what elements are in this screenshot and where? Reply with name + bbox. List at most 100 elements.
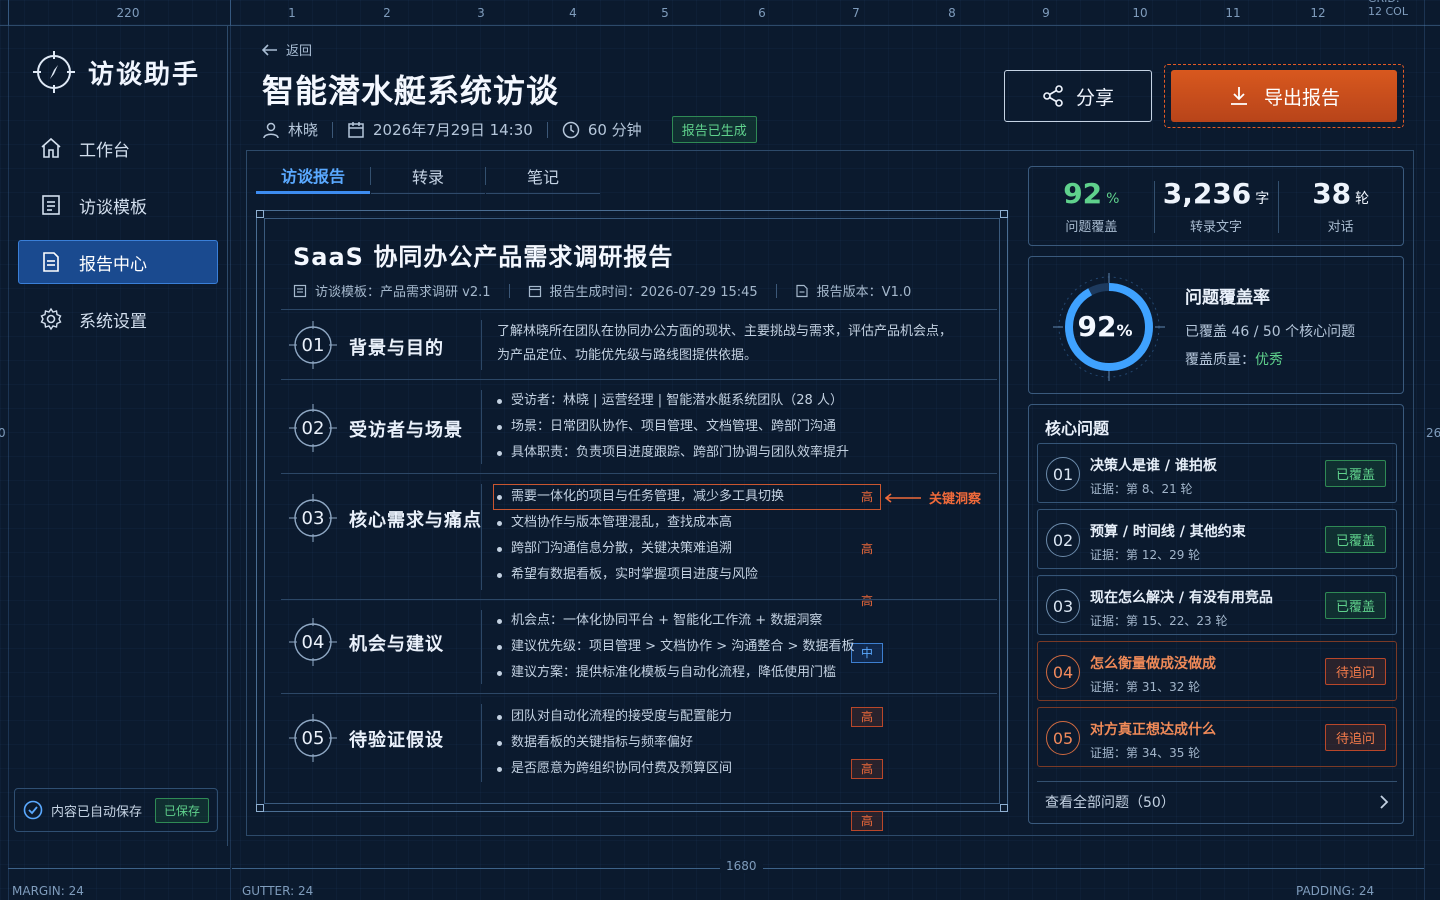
stat-turns: 38 轮 对话 [1278,167,1403,245]
report-section-background: 01 背景与目的 了解林晓所在团队在协同办公方面的现状、主要挑战与需求，评估产品… [281,309,997,379]
tab-notes[interactable]: 笔记 [486,158,600,194]
key-insight-callout: 关键洞察 [885,488,981,507]
sidebar-item-settings[interactable]: 系统设置 [18,297,218,341]
list-item: 建议方案：提供标准化模板与自动化流程，降低使用门槛 [497,660,854,686]
report-icon [43,252,59,272]
coverage-card: 92% 问题覆盖率 已覆盖 46 / 50 个核心问题 覆盖质量：优秀 [1028,256,1404,394]
autosave-text: 内容已自动保存 [51,804,143,820]
coverage-title: 问题覆盖率 [1185,288,1270,308]
export-button-frame: 导出报告 [1164,64,1404,128]
user-icon [263,122,279,138]
ruler-col: 7 [852,6,860,20]
core-question-item[interactable]: 01 决策人是谁 / 谁拍板 证据：第 8、21 轮 已覆盖 [1037,443,1397,503]
section-bullets: 机会点：一体化协同平台 + 智能化工作流 + 数据洞察 建议优先级：项目管理 >… [497,608,854,686]
report-section-opportunities: 04 机会与建议 机会点：一体化协同平台 + 智能化工作流 + 数据洞察 建议优… [281,599,997,693]
report-generated-time: 报告生成时间：2026-07-29 15:45 [549,285,758,300]
ruler-col: 9 [1042,6,1050,20]
back-link[interactable]: 返回 [262,40,312,59]
list-item: 需要一体化的项目与任务管理，减少多工具切换高 [497,484,873,510]
ruler-side-left: 0 [0,426,6,440]
ruler-col: 11 [1225,6,1241,20]
page-title: 智能潜水艇系统访谈 [262,72,560,110]
coverage-count: 已覆盖 46 / 50 个核心问题 [1185,324,1356,340]
ruler-col: 10 [1132,6,1148,20]
list-item: 是否愿意为跨组织协同付费及预算区间高 [497,756,883,831]
sidebar-item-reports[interactable]: 报告中心 [18,240,218,284]
priority-high-badge: 高 [851,811,883,831]
svg-text:04: 04 [302,632,325,653]
report-section-needs: 03 核心需求与痛点 需要一体化的项目与任务管理，减少多工具切换高 文档协作与版… [281,473,997,663]
list-item: 团队对自动化流程的接受度与配置能力高 [497,704,883,730]
ruler-col: 5 [661,6,669,20]
margin-label: MARGIN: 24 [12,884,84,898]
report-section-hypotheses: 05 待验证假设 团队对自动化流程的接受度与配置能力高 数据看板的关键指标与频率… [281,693,997,831]
report-version: 报告版本：V1.0 [816,285,912,300]
chevron-right-icon [1380,794,1389,809]
download-icon [1230,87,1247,105]
section-number-ring: 01 [289,321,337,369]
ruler-col: 6 [758,6,766,20]
core-questions-panel: 核心问题 01 决策人是谁 / 谁拍板 证据：第 8、21 轮 已覆盖 02 预… [1028,404,1404,824]
list-item: 受访者：林晓 | 运营经理 | 智能潜水艇系统团队（28 人） [497,388,849,414]
section-number-ring: 02 [289,404,337,452]
sidebar-item-workbench[interactable]: 工作台 [18,126,218,170]
status-badge: 报告已生成 [671,116,757,143]
crosshair-compass-icon [33,51,75,93]
interview-datetime: 2026年7月29日 14:30 [373,121,533,139]
report-template: 访谈模板：产品需求调研 v2.1 [315,285,491,300]
key-insight-label: 关键洞察 [929,492,982,507]
gutter-label: GUTTER: 24 [242,884,314,898]
priority-high-badge: 高 [851,759,883,779]
view-all-questions-link[interactable]: 查看全部问题（50） [1037,781,1397,821]
core-question-item[interactable]: 04 怎么衡量做成没做成 证据：第 31、32 轮 待追问 [1037,641,1397,701]
core-questions-title: 核心问题 [1045,419,1110,438]
list-item: 机会点：一体化协同平台 + 智能化工作流 + 数据洞察 [497,608,854,634]
svg-text:02: 02 [302,418,325,439]
report-meta: 访谈模板：产品需求调研 v2.1 报告生成时间：2026-07-29 15:45… [293,281,911,300]
stat-coverage: 92% 问题覆盖 [1063,177,1120,235]
app-name: 访谈助手 [88,59,201,90]
section-number-ring: 05 [289,714,337,762]
ruler-col: 12 [1310,6,1326,20]
list-item: 场景：日常团队协作、项目管理、文档管理、跨部门沟通 [497,414,849,440]
section-bullets: 需要一体化的项目与任务管理，减少多工具切换高 文档协作与版本管理混乱，查找成本高… [497,484,883,663]
saved-badge: 已保存 [154,797,209,823]
interview-duration: 60 分钟 [587,121,642,139]
sidebar: 访谈助手 工作台 访谈模板 报告中心 系统设置 内容已自动保存 已保存 [8,26,228,846]
list-item: 数据看板的关键指标与频率偏好高 [497,730,883,779]
export-report-button[interactable]: 导出报告 [1171,70,1397,122]
back-label: 返回 [286,44,313,59]
section-title: 受访者与场景 [349,420,463,441]
sidebar-item-label: 访谈模板 [79,197,147,218]
ruler-col: 4 [569,6,577,20]
interviewee-name: 林晓 [288,121,319,139]
interview-meta: 林晓 2026年7月29日 14:30 60 分钟 报告已生成 [262,116,757,143]
gear-icon [40,307,62,331]
svg-text:05: 05 [302,728,325,749]
section-bullets: 受访者：林晓 | 运营经理 | 智能潜水艇系统团队（28 人） 场景：日常团队协… [497,388,849,466]
section-title: 背景与目的 [349,338,444,359]
section-number-ring: 04 [289,618,337,666]
core-question-item[interactable]: 02 预算 / 时间线 / 其他约束 证据：第 12、29 轮 已覆盖 [1037,509,1397,569]
priority-high-badge: 高 [860,542,873,556]
tab-transcript[interactable]: 转录 [371,158,485,194]
share-button[interactable]: 分享 [1004,70,1152,122]
list-item: 跨部门沟通信息分散，关键决策难追溯高 [497,536,873,608]
status-badge: 已覆盖 [1324,460,1386,487]
section-text: 了解林晓所在团队在协同办公方面的现状、主要挑战与需求，评估产品机会点， 为产品定… [497,324,953,363]
autosave-status: 内容已自动保存 已保存 [14,788,218,832]
arrow-left-icon [262,43,277,56]
core-question-item[interactable]: 03 现在怎么解决 / 有没有用竞品 证据：第 15、22、23 轮 已覆盖 [1037,575,1397,635]
export-label: 导出报告 [1263,86,1340,109]
ruler-col: 8 [948,6,956,20]
section-title: 机会与建议 [349,634,444,655]
tab-report[interactable]: 访谈报告 [256,158,370,194]
padding-label: PADDING: 24 [1296,884,1375,898]
core-question-item[interactable]: 05 对方真正想达成什么 证据：第 34、35 轮 待追问 [1037,707,1397,767]
sidebar-item-templates[interactable]: 访谈模板 [18,183,218,227]
ruler-label-top-left: 220 [116,6,140,20]
svg-text:92%: 92% [1078,310,1133,343]
coverage-ring: 92% [1053,273,1165,381]
sidebar-nav: 工作台 访谈模板 报告中心 系统设置 [18,126,218,354]
calendar-icon [528,285,541,297]
